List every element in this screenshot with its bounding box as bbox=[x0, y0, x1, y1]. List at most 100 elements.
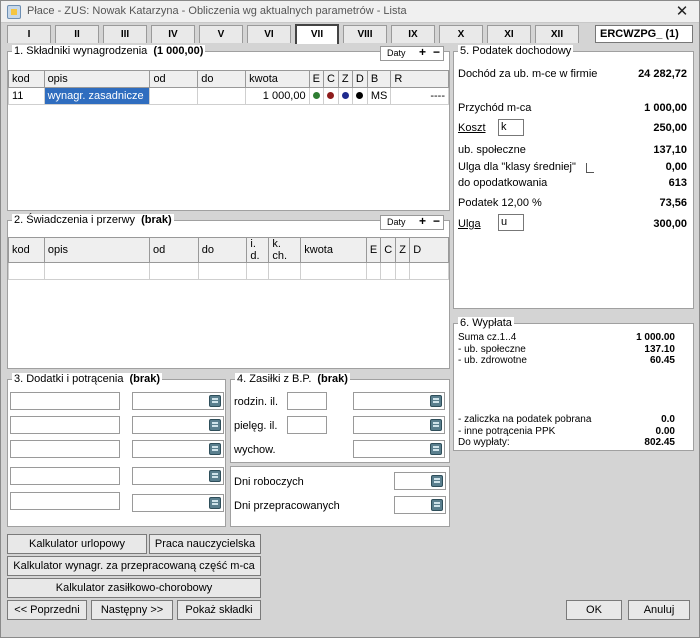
cell-kwota[interactable]: 1 000,00 bbox=[245, 87, 310, 105]
cell-b[interactable]: MS bbox=[366, 87, 392, 105]
dodatki-field-2[interactable] bbox=[10, 416, 120, 434]
previous-button[interactable]: << Poprzedni bbox=[7, 600, 87, 620]
remove-row-button-1[interactable]: − bbox=[433, 46, 440, 59]
tab-iii[interactable]: III bbox=[103, 25, 147, 43]
calculator-icon[interactable] bbox=[209, 497, 221, 509]
table-row[interactable] bbox=[8, 262, 449, 280]
cell-c[interactable] bbox=[322, 87, 339, 105]
daty-button-2[interactable]: Daty bbox=[387, 217, 406, 227]
calculator-icon[interactable] bbox=[209, 419, 221, 431]
window-title: Płace - ZUS: Nowak Katarzyna - Obliczeni… bbox=[27, 5, 407, 17]
pieleg-field[interactable] bbox=[287, 416, 327, 434]
main-window: Płace - ZUS: Nowak Katarzyna - Obliczeni… bbox=[0, 0, 700, 638]
col2-c[interactable]: C bbox=[380, 237, 397, 263]
daty-button-1[interactable]: Daty bbox=[387, 48, 406, 58]
dodatki-lookup-3[interactable] bbox=[132, 440, 224, 458]
calculator-icon[interactable] bbox=[431, 499, 443, 511]
add-row-button-1[interactable]: + bbox=[419, 46, 426, 59]
col2-opis[interactable]: opis bbox=[43, 237, 151, 263]
col-z[interactable]: Z bbox=[337, 70, 353, 88]
dni-przepracowanych-field[interactable] bbox=[394, 496, 446, 514]
calculator-icon[interactable] bbox=[430, 395, 442, 407]
col2-id[interactable]: i. d. bbox=[246, 237, 270, 263]
dni-roboczych-field[interactable] bbox=[394, 472, 446, 490]
tab-ii[interactable]: II bbox=[55, 25, 99, 43]
col-e[interactable]: E bbox=[308, 70, 324, 88]
cell-kod[interactable]: 11 bbox=[8, 87, 45, 105]
col-kwota[interactable]: kwota bbox=[245, 70, 310, 88]
col2-kch[interactable]: k. ch. bbox=[268, 237, 302, 263]
cell-e[interactable] bbox=[308, 87, 324, 105]
calculator-icon[interactable] bbox=[209, 443, 221, 455]
dodatki-lookup-1[interactable] bbox=[132, 392, 224, 410]
cell-r[interactable]: ---- bbox=[390, 87, 449, 105]
status-dot-c bbox=[326, 92, 334, 99]
col-od[interactable]: od bbox=[149, 70, 199, 88]
dodatki-field-5[interactable] bbox=[10, 492, 120, 510]
col2-kod[interactable]: kod bbox=[8, 237, 45, 263]
section-podatek: 5. Podatek dochodowy Dochód za ub. m-ce … bbox=[453, 45, 694, 309]
tab-v[interactable]: V bbox=[199, 25, 243, 43]
remove-row-button-2[interactable]: − bbox=[433, 215, 440, 228]
wyplata-ub-spoleczne-value: 137.10 bbox=[644, 344, 675, 355]
col2-d[interactable]: D bbox=[409, 237, 449, 263]
add-row-button-2[interactable]: + bbox=[419, 215, 426, 228]
col2-od[interactable]: od bbox=[149, 237, 199, 263]
col2-kwota[interactable]: kwota bbox=[300, 237, 367, 263]
col2-do[interactable]: do bbox=[197, 237, 248, 263]
ulga-label: Ulga bbox=[458, 218, 481, 230]
dodatki-lookup-5[interactable] bbox=[132, 494, 224, 512]
col-b[interactable]: B bbox=[366, 70, 392, 88]
tab-vi[interactable]: VI bbox=[247, 25, 291, 43]
tab-x[interactable]: X bbox=[439, 25, 483, 43]
wychow-lookup[interactable] bbox=[353, 440, 445, 458]
calculator-icon[interactable] bbox=[431, 475, 443, 487]
cell-do[interactable] bbox=[197, 87, 247, 105]
cell-z[interactable] bbox=[337, 87, 353, 105]
col-r[interactable]: R bbox=[390, 70, 449, 88]
calculator-icon[interactable] bbox=[209, 470, 221, 482]
rodzin-lookup[interactable] bbox=[353, 392, 445, 410]
rodzin-field[interactable] bbox=[287, 392, 327, 410]
ulga-klasy-checkbox[interactable] bbox=[586, 163, 594, 173]
cell-od[interactable] bbox=[149, 87, 199, 105]
tab-viii[interactable]: VIII bbox=[343, 25, 387, 43]
dodatki-field-1[interactable] bbox=[10, 392, 120, 410]
calculator-icon[interactable] bbox=[209, 395, 221, 407]
tab-iv[interactable]: IV bbox=[151, 25, 195, 43]
koszt-input[interactable]: k bbox=[498, 119, 524, 136]
col2-e[interactable]: E bbox=[365, 237, 382, 263]
ok-button[interactable]: OK bbox=[566, 600, 622, 620]
col-kod[interactable]: kod bbox=[8, 70, 45, 88]
calculator-icon[interactable] bbox=[430, 443, 442, 455]
tab-vii[interactable]: VII bbox=[295, 24, 339, 44]
tab-i[interactable]: I bbox=[7, 25, 51, 43]
close-icon[interactable]: ✕ bbox=[673, 3, 691, 21]
dodatki-lookup-2[interactable] bbox=[132, 416, 224, 434]
tab-xi[interactable]: XI bbox=[487, 25, 531, 43]
col-d[interactable]: D bbox=[351, 70, 368, 88]
dodatki-field-4[interactable] bbox=[10, 467, 120, 485]
kalkulator-wynagr-button[interactable]: Kalkulator wynagr. za przepracowaną częś… bbox=[7, 556, 261, 576]
tab-ix[interactable]: IX bbox=[391, 25, 435, 43]
pieleg-lookup[interactable] bbox=[353, 416, 445, 434]
show-contributions-button[interactable]: Pokaż składki bbox=[177, 600, 261, 620]
calculator-icon[interactable] bbox=[430, 419, 442, 431]
kalkulator-zasilkowo-button[interactable]: Kalkulator zasiłkowo-chorobowy bbox=[7, 578, 261, 598]
cancel-button[interactable]: Anuluj bbox=[628, 600, 690, 620]
dodatki-field-3[interactable] bbox=[10, 440, 120, 458]
kalkulator-urlopowy-button[interactable]: Kalkulator urlopowy bbox=[7, 534, 147, 554]
col-opis[interactable]: opis bbox=[43, 70, 151, 88]
col2-z[interactable]: Z bbox=[395, 237, 411, 263]
table-row[interactable]: 11 wynagr. zasadnicze 1 000,00 MS ---- bbox=[8, 87, 449, 105]
ulga-input[interactable]: u bbox=[498, 214, 524, 231]
col-do[interactable]: do bbox=[197, 70, 247, 88]
praca-nauczycielska-button[interactable]: Praca nauczycielska bbox=[149, 534, 261, 554]
next-button[interactable]: Następny >> bbox=[91, 600, 173, 620]
col-c[interactable]: C bbox=[322, 70, 339, 88]
tab-xii[interactable]: XII bbox=[535, 25, 579, 43]
cell-opis[interactable]: wynagr. zasadnicze bbox=[43, 87, 151, 105]
zaliczka-label: - zaliczka na podatek pobrana bbox=[458, 414, 592, 425]
cell-d[interactable] bbox=[351, 87, 368, 105]
dodatki-lookup-4[interactable] bbox=[132, 467, 224, 485]
